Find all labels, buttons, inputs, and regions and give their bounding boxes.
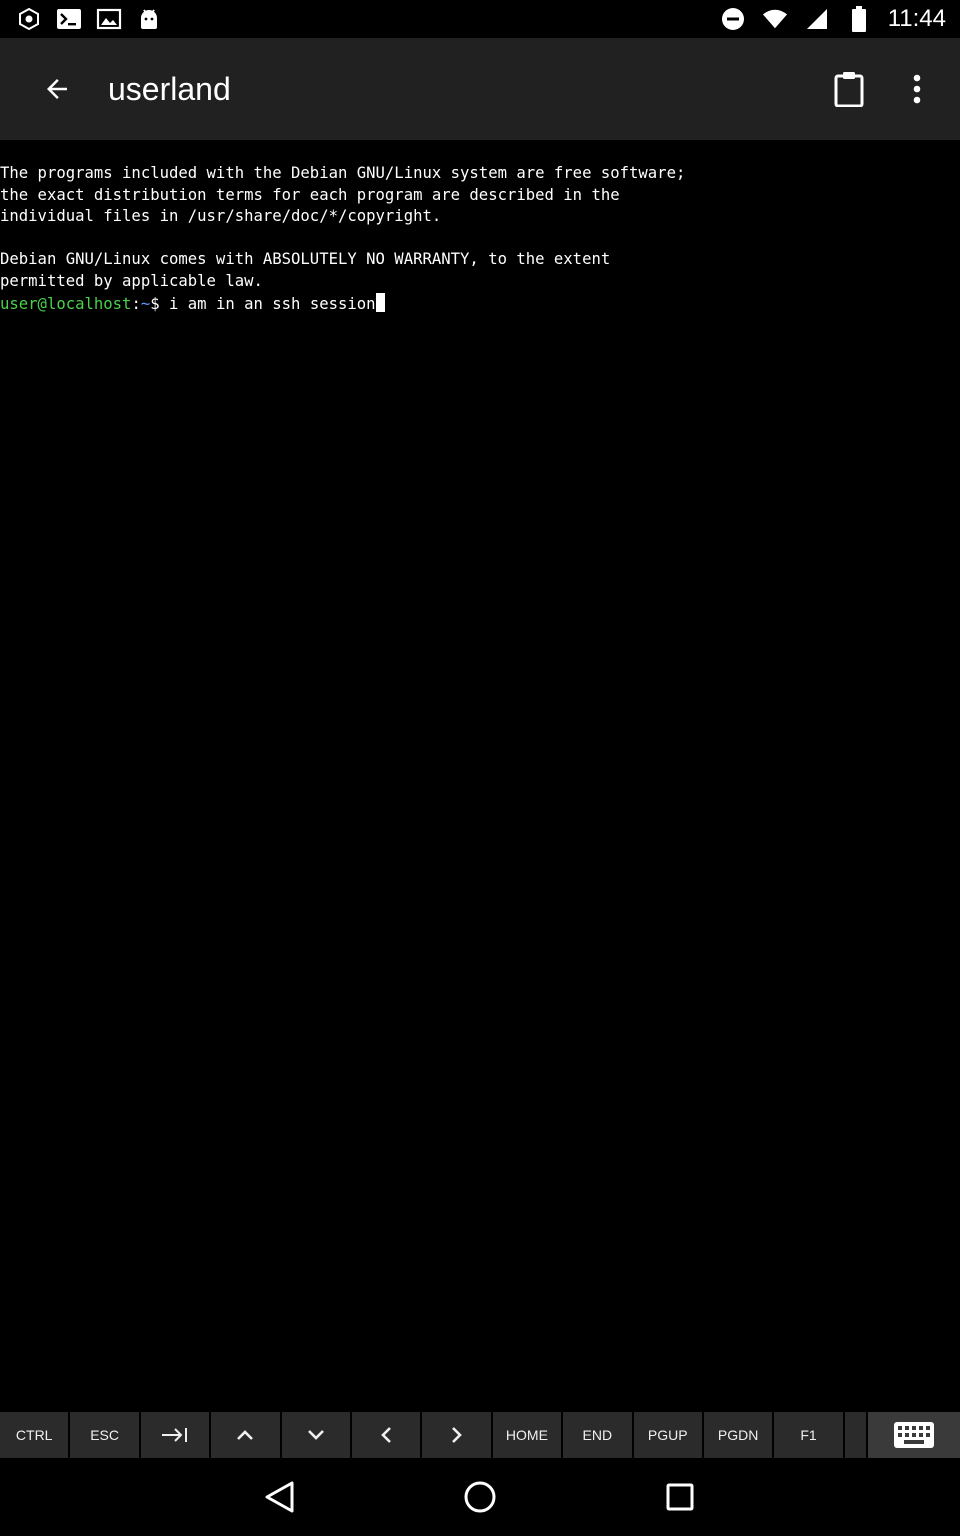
toggle-keyboard-button[interactable] bbox=[868, 1412, 960, 1458]
nav-back-button[interactable] bbox=[245, 1462, 315, 1532]
back-triangle-icon bbox=[265, 1481, 294, 1513]
extra-keys-bar: CTRL ESC HOME END PGUP PGDN F1 bbox=[0, 1412, 960, 1458]
terminal-icon bbox=[56, 6, 82, 32]
prompt-separator: : bbox=[131, 294, 141, 313]
nav-recents-button[interactable] bbox=[645, 1462, 715, 1532]
terminal-line: individual files in /usr/share/doc/*/cop… bbox=[0, 207, 442, 226]
android-icon bbox=[136, 6, 162, 32]
terminal-line: Debian GNU/Linux comes with ABSOLUTELY N… bbox=[0, 250, 611, 269]
battery-icon bbox=[846, 6, 872, 32]
cellular-icon bbox=[804, 6, 830, 32]
app-title: userland bbox=[108, 70, 231, 107]
arrow-back-icon bbox=[47, 79, 67, 99]
wifi-icon bbox=[762, 6, 788, 32]
status-bar: 11:44 bbox=[0, 0, 960, 38]
app-bar-actions bbox=[824, 61, 960, 117]
partial-key[interactable] bbox=[844, 1412, 867, 1458]
more-vert-icon bbox=[913, 74, 921, 104]
end-key[interactable]: END bbox=[563, 1412, 632, 1458]
pgup-key[interactable]: PGUP bbox=[633, 1412, 702, 1458]
nav-home-button[interactable] bbox=[445, 1462, 515, 1532]
chevron-left-icon bbox=[381, 1427, 392, 1443]
chevron-right-icon bbox=[451, 1427, 462, 1443]
home-key[interactable]: HOME bbox=[492, 1412, 562, 1458]
up-key[interactable] bbox=[211, 1412, 280, 1458]
prompt-symbol: $ bbox=[150, 294, 169, 313]
status-right-icons: 11:44 bbox=[720, 5, 960, 33]
chevron-up-icon bbox=[237, 1430, 254, 1440]
do-not-disturb-icon bbox=[720, 6, 746, 32]
terminal-line: the exact distribution terms for each pr… bbox=[0, 185, 620, 204]
back-button[interactable] bbox=[29, 61, 85, 117]
clipboard-icon bbox=[834, 72, 864, 107]
tab-key[interactable] bbox=[140, 1412, 210, 1458]
prompt-user: user@localhost bbox=[0, 294, 132, 313]
terminal-output: The programs included with the Debian GN… bbox=[0, 140, 960, 315]
esc-key[interactable]: ESC bbox=[70, 1412, 139, 1458]
clipboard-button[interactable] bbox=[824, 61, 874, 117]
navigation-bar bbox=[0, 1458, 960, 1536]
recents-square-icon bbox=[666, 1483, 694, 1511]
terminal-view[interactable]: The programs included with the Debian GN… bbox=[0, 140, 960, 1412]
keyboard-icon bbox=[894, 1422, 935, 1448]
pgdn-key[interactable]: PGDN bbox=[703, 1412, 773, 1458]
left-key[interactable] bbox=[351, 1412, 421, 1458]
terminal-command: i am in an ssh session bbox=[169, 294, 376, 313]
status-time: 11:44 bbox=[887, 5, 946, 32]
prompt-path: ~ bbox=[140, 294, 151, 313]
chevron-down-icon bbox=[307, 1430, 324, 1440]
home-circle-icon bbox=[464, 1481, 496, 1513]
terminal-cursor bbox=[375, 292, 385, 312]
more-options-button[interactable] bbox=[892, 61, 942, 117]
terminal-line: The programs included with the Debian GN… bbox=[0, 164, 686, 182]
right-key[interactable] bbox=[422, 1412, 491, 1458]
ctrl-key[interactable]: CTRL bbox=[0, 1412, 69, 1458]
settings-hexagon-icon bbox=[16, 6, 42, 32]
terminal-line: permitted by applicable law. bbox=[0, 271, 263, 290]
down-key[interactable] bbox=[281, 1412, 350, 1458]
f1-key[interactable]: F1 bbox=[774, 1412, 843, 1458]
tab-icon bbox=[161, 1428, 187, 1442]
image-icon bbox=[96, 6, 122, 32]
app-bar: userland bbox=[0, 38, 960, 140]
status-left-icons bbox=[0, 6, 162, 32]
